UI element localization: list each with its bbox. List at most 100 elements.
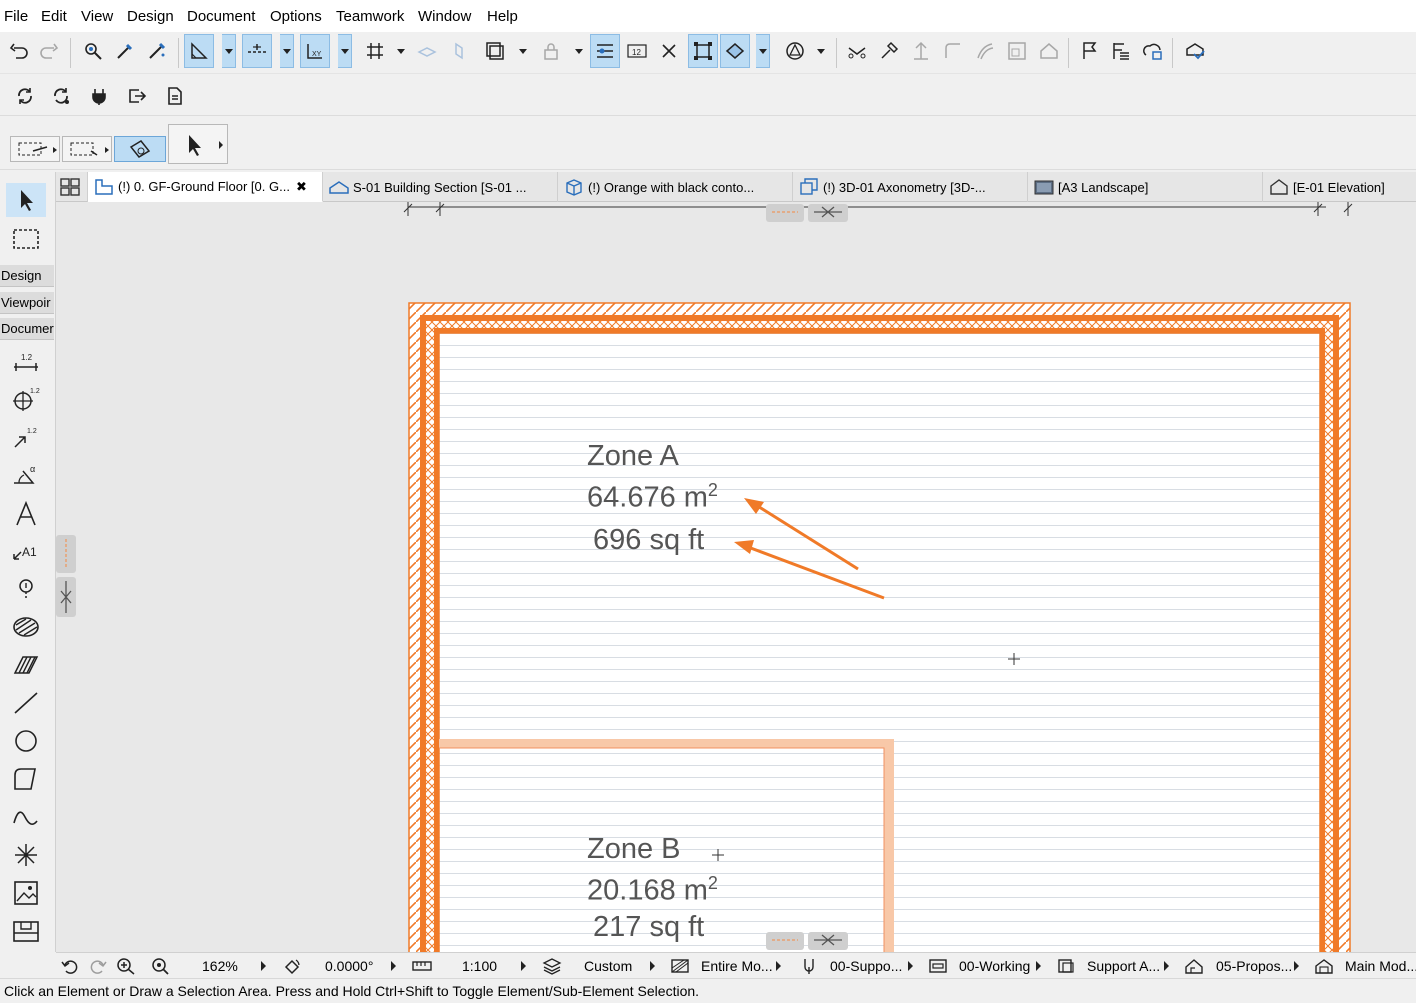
model-view-option[interactable]: Entire Mo...	[701, 956, 773, 976]
proposed-option[interactable]: 05-Propos...	[1216, 956, 1292, 976]
label-tool[interactable]: A1	[6, 534, 46, 568]
floor-plan-canvas[interactable]: Zone A 64.676 m2 696 sq ft Zone B 20.168…	[56, 202, 1416, 952]
angle-dimension-tool[interactable]: α	[6, 458, 46, 492]
trace-icon[interactable]	[480, 34, 510, 68]
schedule-icon[interactable]	[1106, 34, 1136, 68]
dimension-line[interactable]	[403, 202, 1353, 216]
pen-set-option[interactable]: 00-Suppo...	[830, 956, 902, 976]
marker-tool[interactable]	[6, 572, 46, 606]
hatch-tool[interactable]	[6, 648, 46, 682]
menu-teamwork[interactable]: Teamwork	[336, 8, 404, 26]
shape-dropdown[interactable]	[814, 34, 828, 68]
fit-in-window-icon[interactable]	[150, 956, 170, 976]
main-model-icon[interactable]	[1314, 956, 1334, 976]
menu-view[interactable]: View	[81, 8, 113, 26]
marquee-tool[interactable]	[6, 222, 46, 256]
undo-icon[interactable]	[4, 34, 34, 68]
redo-icon[interactable]	[34, 34, 64, 68]
rotate-icon[interactable]	[282, 956, 302, 976]
arrow-settings-button[interactable]	[168, 124, 228, 164]
document-icon[interactable]	[160, 79, 190, 113]
renovation-dropdown[interactable]	[1036, 961, 1041, 971]
zone-a-area[interactable]	[438, 332, 1321, 952]
leave-icon[interactable]	[122, 79, 152, 113]
split-icon[interactable]	[842, 34, 872, 68]
structural-function-option[interactable]: Support A...	[1087, 956, 1160, 976]
3d-view-dropdown[interactable]	[756, 34, 770, 68]
scale-value[interactable]: 1:100	[462, 956, 497, 976]
toolbox-group-viewpoint[interactable]: Viewpoir	[0, 292, 54, 314]
tab-overview-button[interactable]	[56, 172, 88, 202]
publish-icon[interactable]	[1138, 34, 1168, 68]
dimension-tool[interactable]: 1.2	[6, 346, 46, 380]
trace-dropdown[interactable]	[516, 34, 530, 68]
surface-icon[interactable]	[444, 34, 474, 68]
tab-building-section[interactable]: S-01 Building Section [S-01 ...	[323, 172, 558, 202]
circle-tool[interactable]	[6, 724, 46, 758]
zoom-in-icon[interactable]	[116, 956, 136, 976]
marquee-polygonal-button[interactable]	[10, 136, 60, 162]
menu-file[interactable]: File	[4, 8, 28, 26]
relative-construction-dropdown[interactable]	[338, 34, 352, 68]
tab-ground-floor[interactable]: (!) 0. GF-Ground Floor [0. G... ✖	[88, 172, 323, 202]
figure-tool[interactable]	[6, 876, 46, 910]
fillet-icon[interactable]	[938, 34, 968, 68]
adjust-icon[interactable]	[874, 34, 904, 68]
structural-function-icon[interactable]	[1056, 956, 1076, 976]
arrow-tool[interactable]	[6, 183, 46, 217]
receive-icon[interactable]	[46, 79, 76, 113]
3d-view-icon[interactable]	[720, 34, 750, 68]
lock-icon[interactable]	[536, 34, 566, 68]
pen-set-icon[interactable]	[799, 956, 819, 976]
syringe-icon[interactable]	[142, 34, 172, 68]
toolbox-group-design[interactable]: Design	[0, 265, 54, 287]
zoom-value[interactable]: 162%	[202, 956, 238, 976]
proposed-dropdown[interactable]	[1294, 961, 1299, 971]
snap-guides-dropdown[interactable]	[280, 34, 294, 68]
layer-combination[interactable]: Custom	[584, 956, 632, 976]
zoom-dropdown[interactable]	[261, 961, 266, 971]
menu-edit[interactable]: Edit	[41, 8, 67, 26]
tab-elevation[interactable]: [E-01 Elevation]	[1263, 172, 1416, 202]
layer-dropdown[interactable]	[650, 961, 655, 971]
elevate-icon[interactable]	[906, 34, 936, 68]
renovation-icon[interactable]	[928, 956, 948, 976]
flag-icon[interactable]	[1074, 34, 1104, 68]
undo-view-icon[interactable]	[60, 956, 80, 976]
lock-dropdown[interactable]	[572, 34, 586, 68]
intersect-icon[interactable]	[654, 34, 684, 68]
toolbox-group-document[interactable]: Documer	[0, 318, 54, 340]
relative-construction-icon[interactable]: XY	[300, 34, 330, 68]
angle-value[interactable]: 0.0000°	[325, 956, 373, 976]
zone-a-stamp[interactable]: Zone A 64.676 m2 696 sq ft	[587, 439, 718, 557]
grid-snap-dropdown[interactable]	[394, 34, 408, 68]
fill-tool[interactable]	[6, 610, 46, 644]
tab-3d-orange[interactable]: (!) Orange with black conto...	[558, 172, 793, 202]
pen-set-dropdown[interactable]	[908, 961, 913, 971]
drawing-tool[interactable]	[6, 914, 46, 948]
polyline-tool[interactable]	[6, 762, 46, 796]
scale-icon[interactable]	[412, 956, 432, 976]
select-all-icon[interactable]	[688, 34, 718, 68]
send-receive-icon[interactable]	[10, 79, 40, 113]
teamwork-icon[interactable]	[1180, 34, 1210, 68]
snap-guides-icon[interactable]	[242, 34, 272, 68]
menu-window[interactable]: Window	[418, 8, 471, 26]
guide-lines-icon[interactable]	[184, 34, 214, 68]
resize-icon[interactable]	[1002, 34, 1032, 68]
find-select-icon[interactable]	[78, 34, 108, 68]
angle-dropdown[interactable]	[391, 961, 396, 971]
spline-tool[interactable]	[6, 800, 46, 834]
structural-dropdown[interactable]	[1164, 961, 1169, 971]
model-view-dropdown[interactable]	[776, 961, 781, 971]
text-tool[interactable]	[6, 497, 46, 531]
renovation-filter[interactable]: 00-Working	[959, 956, 1030, 976]
proposed-icon[interactable]	[1184, 956, 1204, 976]
level-dimension-tool[interactable]: 1.2	[6, 420, 46, 454]
plug-icon[interactable]	[84, 79, 114, 113]
zone-b-stamp[interactable]: Zone B 20.168 m2 217 sq ft	[587, 832, 718, 944]
main-model-option[interactable]: Main Mod...	[1345, 956, 1416, 976]
menu-help[interactable]: Help	[487, 8, 518, 26]
radial-dimension-tool[interactable]: 1.2	[6, 382, 46, 416]
redo-view-icon[interactable]	[88, 956, 108, 976]
